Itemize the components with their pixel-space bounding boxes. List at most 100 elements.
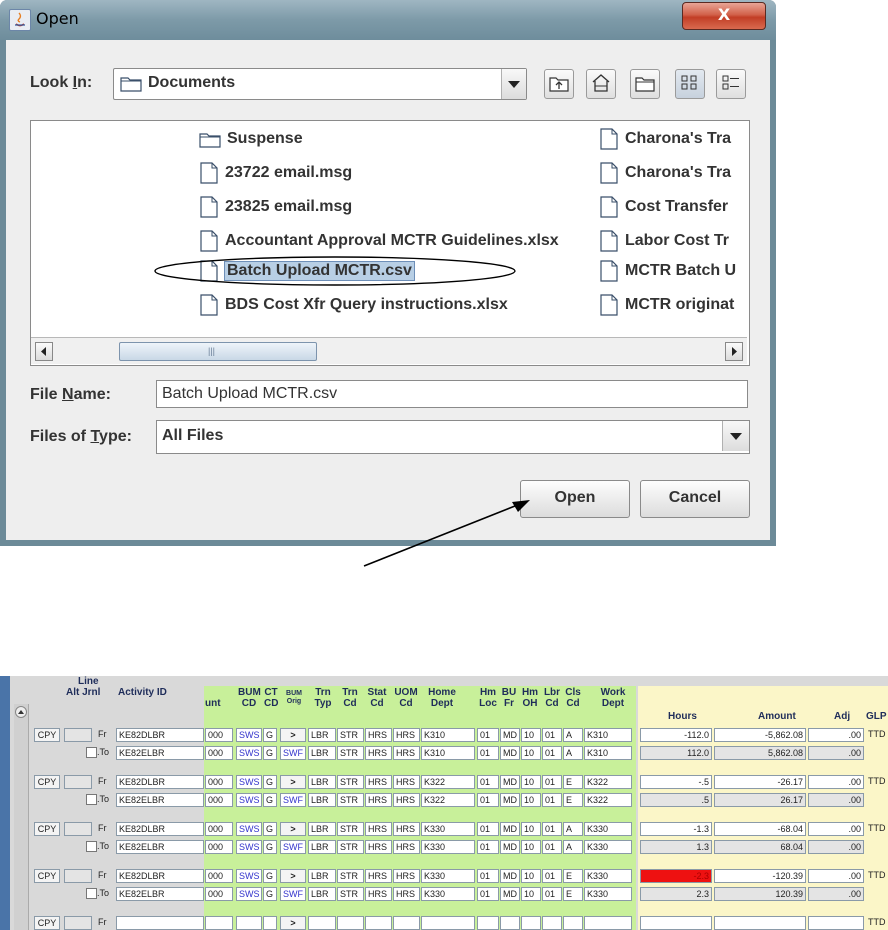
cell-loc[interactable]: 01	[477, 746, 499, 760]
scroll-left-button[interactable]	[35, 342, 53, 361]
cell-ct[interactable]: G	[263, 775, 277, 789]
cell-trn[interactable]: STR	[337, 840, 364, 854]
list-item[interactable]: Cost Transfer	[599, 195, 747, 219]
cell-amount[interactable]: 120.39	[714, 887, 806, 901]
cell-trn[interactable]	[337, 916, 364, 930]
cell-amount[interactable]	[714, 916, 806, 930]
cell-bum[interactable]: SWS	[236, 840, 262, 854]
cell-orig[interactable]: SWF	[280, 746, 306, 760]
cell-adj[interactable]: .00	[808, 793, 864, 807]
list-item[interactable]: 23722 email.msg	[199, 161, 579, 185]
list-item[interactable]: Charona's Tra	[599, 161, 747, 185]
cell-typ[interactable]: LBR	[308, 775, 336, 789]
to-checkbox[interactable]	[86, 747, 97, 758]
cell-orig[interactable]: SWF	[280, 887, 306, 901]
cell-adj[interactable]: .00	[808, 840, 864, 854]
cell-work[interactable]: K330	[584, 887, 632, 901]
cell-home[interactable]	[421, 916, 475, 930]
cell-loc[interactable]: 01	[477, 887, 499, 901]
cell-cls[interactable]: A	[563, 840, 583, 854]
list-item[interactable]: MCTR originat	[599, 293, 747, 317]
cell-amount[interactable]: -120.39	[714, 869, 806, 883]
cell-ct[interactable]: G	[263, 728, 277, 742]
cell-glp[interactable]: TTD	[866, 822, 888, 836]
cell-hours[interactable]: -2.3	[640, 869, 712, 883]
list-item[interactable]: Suspense	[199, 127, 579, 151]
cell-home[interactable]: K310	[421, 728, 475, 742]
cell-trn[interactable]: STR	[337, 728, 364, 742]
cell-home[interactable]: K330	[421, 869, 475, 883]
cell-bu[interactable]: MD	[500, 775, 520, 789]
cell-cls[interactable]: E	[563, 887, 583, 901]
cell-activity[interactable]: KE82DLBR	[116, 869, 204, 883]
cell-uom[interactable]: HRS	[393, 746, 420, 760]
home-button[interactable]	[586, 69, 616, 99]
cell-bu[interactable]: MD	[500, 746, 520, 760]
cell-lbr[interactable]: 01	[542, 840, 562, 854]
cell-cls[interactable]: E	[563, 775, 583, 789]
copy-row-button[interactable]: CPY	[34, 869, 60, 883]
cell-activity[interactable]: KE82DLBR	[116, 728, 204, 742]
cell-cls[interactable]: E	[563, 869, 583, 883]
alt-jrnl-field[interactable]	[64, 728, 92, 742]
cell-activity[interactable]: KE82ELBR	[116, 793, 204, 807]
cell-oh[interactable]: 10	[521, 887, 541, 901]
title-bar[interactable]: Open X	[0, 0, 776, 40]
cell-lbr[interactable]: 01	[542, 887, 562, 901]
cell-home[interactable]: K330	[421, 822, 475, 836]
cell-bum[interactable]: SWS	[236, 822, 262, 836]
cell-bu[interactable]: MD	[500, 840, 520, 854]
cell-uom[interactable]: HRS	[393, 887, 420, 901]
cell-stat[interactable]: HRS	[365, 887, 392, 901]
list-item[interactable]: 23825 email.msg	[199, 195, 579, 219]
cell-ct[interactable]: G	[263, 746, 277, 760]
files-of-type-combo[interactable]: All Files	[156, 420, 750, 454]
look-in-combo[interactable]: Documents	[113, 68, 527, 100]
cell-lbr[interactable]	[542, 916, 562, 930]
cell-bum[interactable]: SWS	[236, 887, 262, 901]
cell-glp[interactable]: TTD	[866, 916, 888, 930]
copy-row-button[interactable]: CPY	[34, 728, 60, 742]
cell-lbr[interactable]: 01	[542, 869, 562, 883]
cell-hours[interactable]: -112.0	[640, 728, 712, 742]
file-name-input[interactable]: Batch Upload MCTR.csv	[156, 380, 748, 408]
cell-bum[interactable]	[236, 916, 262, 930]
cell-activity[interactable]: KE82ELBR	[116, 840, 204, 854]
cell-hours[interactable]	[640, 916, 712, 930]
alt-jrnl-field[interactable]	[64, 822, 92, 836]
cell-bum[interactable]: SWS	[236, 793, 262, 807]
cell-home[interactable]: K330	[421, 887, 475, 901]
cell-orig[interactable]: >	[280, 728, 306, 742]
cell-cls[interactable]: A	[563, 728, 583, 742]
cell-trn[interactable]: STR	[337, 793, 364, 807]
cell-orig[interactable]: SWF	[280, 793, 306, 807]
cell-activity[interactable]: KE82ELBR	[116, 887, 204, 901]
list-view-button[interactable]	[675, 69, 705, 99]
chevron-down-icon[interactable]	[501, 69, 526, 99]
cell-work[interactable]: K322	[584, 793, 632, 807]
cell-typ[interactable]: LBR	[308, 840, 336, 854]
cell-typ[interactable]	[308, 916, 336, 930]
horizontal-scrollbar[interactable]: |||	[31, 337, 747, 364]
cell-unt[interactable]: 000	[205, 793, 233, 807]
copy-row-button[interactable]: CPY	[34, 775, 60, 789]
cell-stat[interactable]: HRS	[365, 746, 392, 760]
cell-uom[interactable]: HRS	[393, 793, 420, 807]
cell-oh[interactable]: 10	[521, 840, 541, 854]
cell-typ[interactable]: LBR	[308, 822, 336, 836]
cell-lbr[interactable]: 01	[542, 793, 562, 807]
cell-work[interactable]: K310	[584, 746, 632, 760]
cell-ct[interactable]	[263, 916, 277, 930]
cell-typ[interactable]: LBR	[308, 869, 336, 883]
cell-cls[interactable]: E	[563, 793, 583, 807]
cell-loc[interactable]: 01	[477, 822, 499, 836]
cell-orig[interactable]: >	[280, 869, 306, 883]
cell-bu[interactable]	[500, 916, 520, 930]
cell-hours[interactable]: 1.3	[640, 840, 712, 854]
close-button[interactable]: X	[682, 2, 766, 30]
cell-glp[interactable]: TTD	[866, 728, 888, 742]
cell-stat[interactable]: HRS	[365, 840, 392, 854]
cancel-button[interactable]: Cancel	[640, 480, 750, 518]
to-checkbox[interactable]	[86, 794, 97, 805]
cell-cls[interactable]: A	[563, 746, 583, 760]
